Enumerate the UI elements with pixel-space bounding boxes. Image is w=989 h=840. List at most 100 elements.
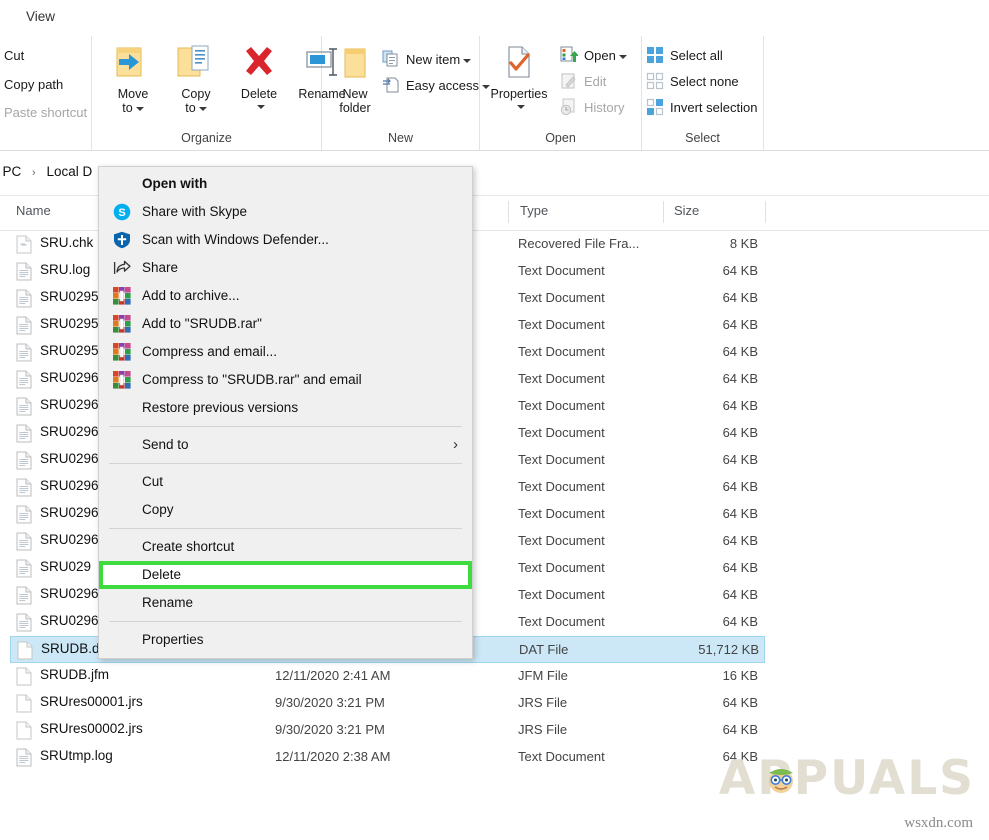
file-type-cell: DAT File (519, 642, 569, 657)
chevron-down-icon[interactable] (135, 106, 144, 111)
ribbon-invert-selection-command[interactable]: Invert selection (646, 96, 757, 120)
context-menu-item[interactable]: Open with (99, 170, 472, 198)
defender-icon (113, 231, 131, 249)
column-header-type[interactable]: Type (520, 203, 548, 218)
file-size-cell: 64 KB (722, 263, 758, 278)
chevron-down-icon[interactable] (463, 58, 472, 63)
context-menu-item-label: Open with (142, 176, 208, 191)
ribbon-delete-button[interactable]: Delete (228, 42, 290, 111)
column-header-size[interactable]: Size (674, 203, 699, 218)
log-file-icon (16, 289, 32, 308)
ribbon-copy-to-label-1: Copy (181, 87, 211, 101)
file-type-cell: Text Document (518, 506, 605, 521)
delete-x-icon (228, 42, 290, 84)
context-menu-item[interactable]: Copy (99, 496, 472, 524)
column-header-name[interactable]: Name (16, 203, 51, 218)
ribbon-properties-button[interactable]: Properties (488, 42, 550, 111)
file-name-cell: SRU0295 (40, 289, 99, 304)
chevron-down-icon[interactable] (516, 104, 525, 109)
properties-check-icon (488, 42, 550, 84)
context-menu-item-label: Properties (142, 632, 204, 647)
breadcrumb[interactable]: s PC › Local D (0, 164, 92, 179)
file-name-cell: SRU0296 (40, 478, 99, 493)
context-menu-item-label: Add to archive... (142, 288, 240, 303)
select-all-icon (646, 46, 664, 64)
context-menu-item-label: Share with Skype (142, 204, 248, 219)
context-menu-item[interactable]: Restore previous versions (99, 394, 472, 422)
history-icon (560, 98, 578, 116)
file-type-cell: Text Document (518, 533, 605, 548)
context-menu-item-label: Rename (142, 595, 194, 610)
context-menu-item[interactable]: Delete (99, 561, 472, 589)
ribbon-history-label: History (584, 100, 625, 115)
ribbon-new-item-label: New item (406, 52, 461, 67)
move-to-icon (102, 42, 164, 84)
chevron-down-icon[interactable] (256, 104, 265, 109)
context-menu-item[interactable]: Share (99, 254, 472, 282)
chevron-down-icon[interactable] (198, 106, 207, 111)
dat-file-icon (16, 694, 32, 713)
context-menu-item[interactable]: Scan with Windows Defender... (99, 226, 472, 254)
context-menu-item[interactable]: Properties (99, 626, 472, 654)
file-name-cell: SRUDB.jfm (40, 667, 110, 682)
file-type-cell: Text Document (518, 344, 605, 359)
file-date-cell: 12/11/2020 2:38 AM (275, 749, 391, 764)
ribbon-select-all-command[interactable]: Select all (646, 44, 723, 68)
ribbon-group-organize: Move to Copy to Delete Rename Organize (92, 36, 346, 150)
ribbon-new-item-command[interactable]: New item (382, 48, 472, 72)
ribbon: Cut Copy path Paste shortcut Move to Cop… (0, 36, 989, 151)
ribbon-cut-command[interactable]: Cut (4, 48, 24, 63)
file-size-cell: 64 KB (722, 371, 758, 386)
file-date-cell: 9/30/2020 3:21 PM (275, 722, 385, 737)
ribbon-copy-to-button[interactable]: Copy to (165, 42, 227, 115)
context-menu-item[interactable]: Compress and email... (99, 338, 472, 366)
file-type-cell: JRS File (518, 695, 568, 710)
context-menu-item[interactable]: Compress to "SRUDB.rar" and email (99, 366, 472, 394)
ribbon-paste-shortcut-command: Paste shortcut (4, 105, 88, 120)
table-row[interactable]: SRUtmp.log 12/11/2020 2:38 AM Text Documen… (10, 744, 765, 771)
ribbon-group-new: New folder New item Easy access New (322, 36, 490, 150)
ribbon-edit-label: Edit (584, 74, 607, 89)
ribbon-group-select: Select all Select none Invert selection … (642, 36, 764, 150)
context-menu-item[interactable]: S Share with Skype (99, 198, 472, 226)
table-row[interactable]: SRUres00002.jrs 9/30/2020 3:21 PM JRS File… (10, 717, 765, 744)
ribbon-history-command: History (560, 96, 624, 120)
table-row[interactable]: SRUres00001.jrs 9/30/2020 3:21 PM JRS File… (10, 690, 765, 717)
file-name-cell: SRU0296 (40, 586, 99, 601)
file-type-cell: Text Document (518, 290, 605, 305)
context-menu-item-label: Delete (142, 567, 182, 582)
file-name-cell: SRUres00002.jrs (40, 721, 143, 736)
log-file-icon (16, 451, 32, 470)
open-icon (560, 46, 579, 64)
dat-file-icon (17, 641, 33, 660)
context-menu-item[interactable]: Send to › (99, 431, 472, 459)
dat-file-icon (16, 667, 32, 686)
ribbon-new-folder-label-1: New (342, 87, 368, 101)
file-date-cell: 9/30/2020 3:21 PM (275, 695, 385, 710)
breadcrumb-part-this-pc[interactable]: s PC (0, 164, 21, 179)
ribbon-open-command[interactable]: Open (560, 44, 627, 68)
context-menu-item[interactable]: Cut (99, 468, 472, 496)
column-divider[interactable] (765, 201, 766, 223)
column-divider[interactable] (663, 201, 664, 223)
context-menu-item[interactable]: Create shortcut (99, 533, 472, 561)
tab-view[interactable]: View (18, 9, 63, 24)
winrar-icon (113, 371, 131, 389)
context-menu[interactable]: Open with S Share with Skype Scan with Wind… (98, 166, 473, 659)
context-menu-item[interactable]: Rename (99, 589, 472, 617)
ribbon-new-folder-button[interactable]: New folder (324, 42, 386, 115)
breadcrumb-part-local-disk[interactable]: Local D (46, 164, 92, 179)
table-row[interactable]: SRUDB.jfm 12/11/2020 2:41 AM JFM File 16 KB (10, 663, 765, 690)
ribbon-copy-path-command[interactable]: Copy path (4, 77, 63, 92)
ribbon-move-to-button[interactable]: Move to (102, 42, 164, 115)
ribbon-edit-command: Edit (560, 70, 606, 94)
chevron-down-icon[interactable] (618, 54, 627, 59)
ribbon-select-none-command[interactable]: Select none (646, 70, 739, 94)
file-type-cell: JRS File (518, 722, 568, 737)
column-divider[interactable] (508, 201, 509, 223)
ribbon-select-none-label: Select none (670, 74, 739, 89)
context-menu-item[interactable]: Add to "SRUDB.rar" (99, 310, 472, 338)
file-size-cell: 64 KB (722, 614, 758, 629)
context-menu-item[interactable]: Add to archive... (99, 282, 472, 310)
ribbon-easy-access-command[interactable]: Easy access (382, 74, 490, 98)
